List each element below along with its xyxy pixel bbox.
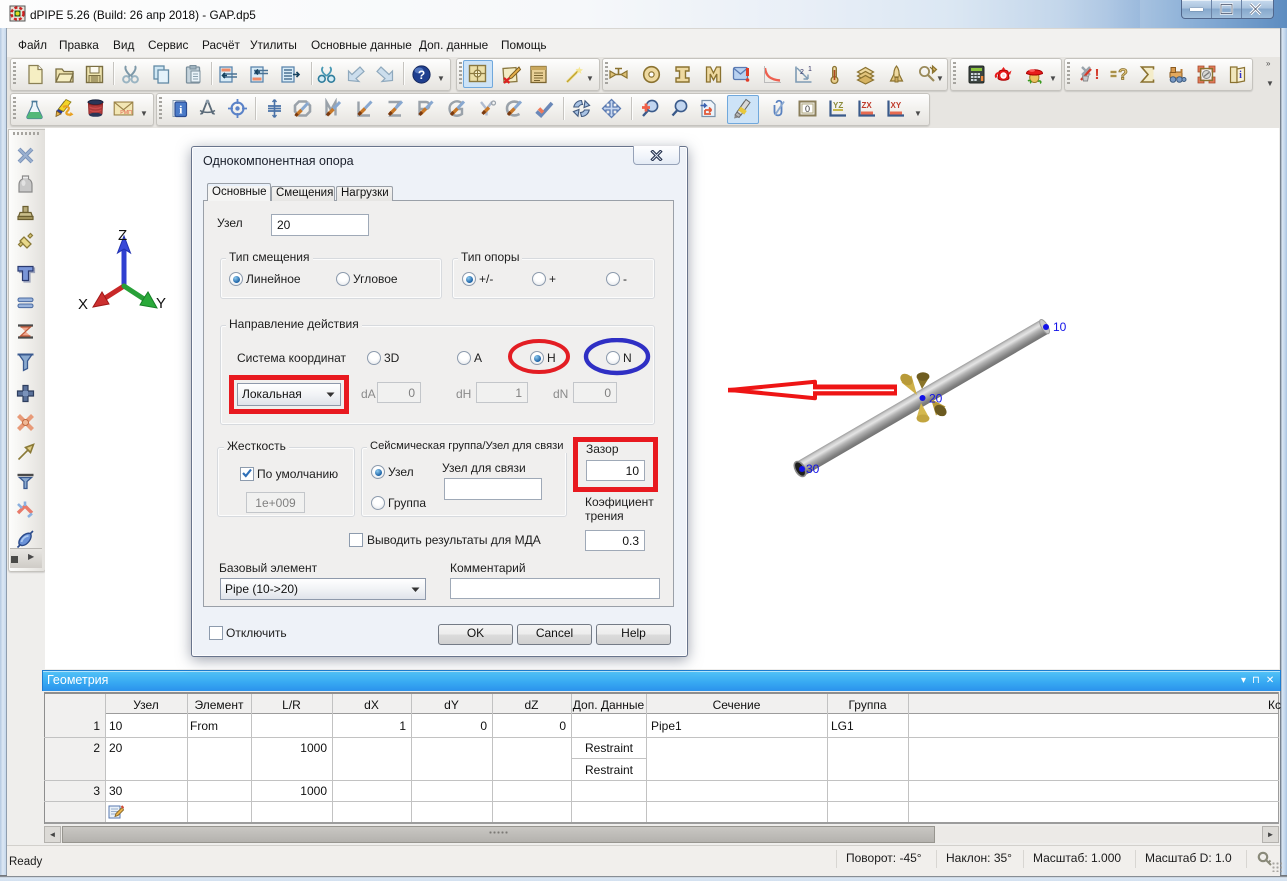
svg-text:Y: Y: [156, 295, 166, 312]
svg-text:10: 10: [1053, 320, 1067, 334]
svg-text:YZ: YZ: [833, 101, 843, 110]
svg-text:XY: XY: [891, 101, 902, 110]
svg-text:1: 1: [808, 66, 812, 73]
svg-text:РМП: РМП: [120, 110, 132, 116]
svg-text:ZX: ZX: [862, 101, 873, 110]
svg-text:i: i: [1239, 70, 1242, 81]
svg-text:2: 2: [800, 69, 804, 76]
svg-text:X: X: [78, 296, 88, 313]
svg-text:20: 20: [929, 392, 943, 406]
svg-text:?: ?: [418, 68, 425, 82]
svg-text:?: ?: [1118, 67, 1128, 84]
svg-text:30: 30: [806, 462, 820, 476]
svg-text:Z: Z: [118, 227, 127, 244]
svg-text:!: !: [1095, 66, 1100, 83]
svg-text:0: 0: [805, 104, 810, 114]
